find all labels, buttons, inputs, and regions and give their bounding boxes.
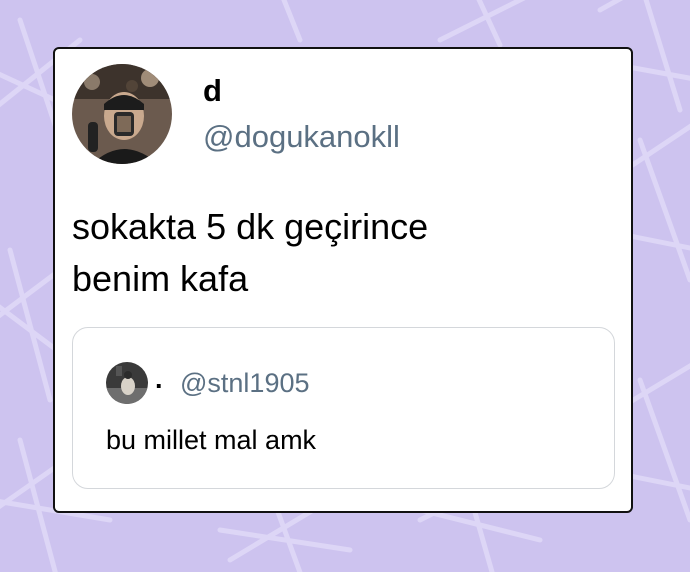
tweet-text-line: benim kafa <box>72 258 249 299</box>
tweet-text-line: sokakta 5 dk geçirince <box>72 206 429 247</box>
display-name[interactable]: d <box>203 73 222 109</box>
quote-display-name[interactable]: . <box>155 364 163 395</box>
tweet-text: sokakta 5 dk geçirince benim kafa <box>72 201 612 305</box>
quote-user-handle[interactable]: @stnl1905 <box>180 368 310 399</box>
user-handle[interactable]: @dogukanokll <box>203 119 400 155</box>
quote-text: bu millet mal amk <box>106 425 317 455</box>
quote-avatar[interactable] <box>106 362 148 404</box>
avatar[interactable] <box>72 64 172 164</box>
tweet-card[interactable]: d @dogukanokll sokakta 5 dk geçirince be… <box>53 47 633 513</box>
quoted-tweet[interactable]: . @stnl1905 bu millet mal amk <box>72 327 615 489</box>
